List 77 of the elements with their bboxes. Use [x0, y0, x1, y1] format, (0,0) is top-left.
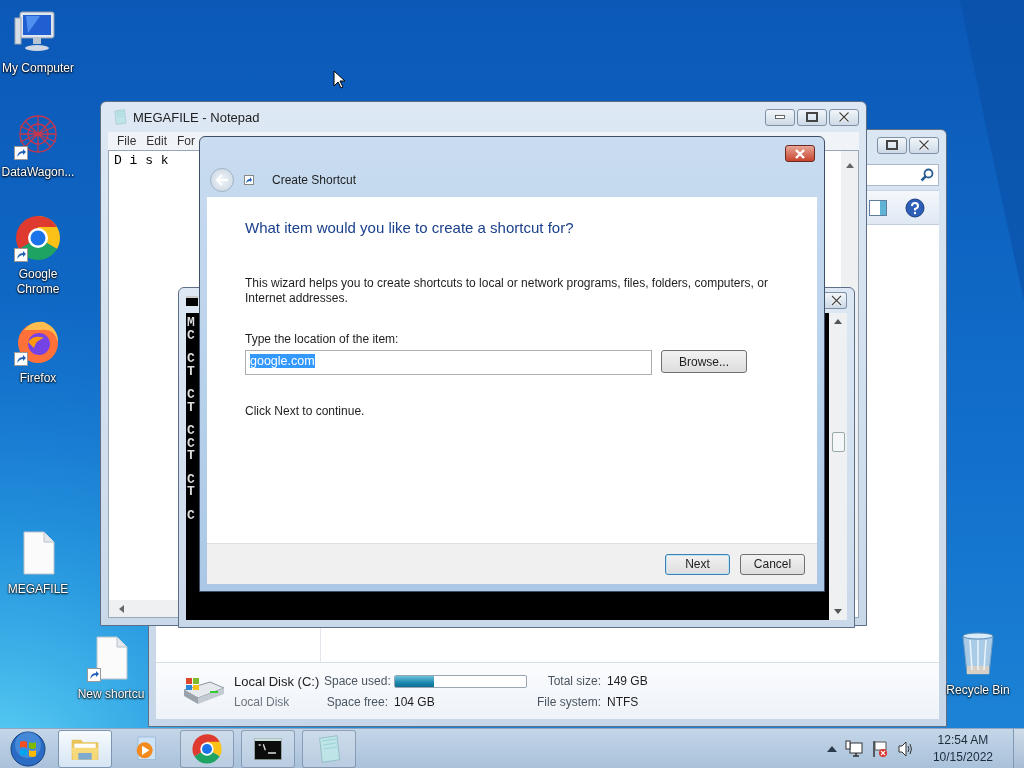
console-line: C [187, 425, 195, 438]
document-text: D i s k [114, 153, 169, 168]
search-field[interactable] [865, 164, 939, 186]
help-icon[interactable] [905, 197, 925, 218]
scroll-up-icon[interactable] [834, 319, 842, 324]
console-line: C [187, 473, 195, 486]
close-icon [794, 148, 806, 159]
drive-type: Local Disk [234, 694, 291, 709]
clock-date[interactable]: 10/15/2022 [932, 748, 993, 766]
speaker-icon[interactable] [896, 739, 915, 758]
console-line: M [187, 317, 195, 330]
scroll-down-icon[interactable] [834, 609, 842, 614]
dialog-button[interactable]: Next [665, 553, 730, 575]
close-button[interactable] [825, 292, 847, 309]
console-line: T [187, 450, 195, 463]
minimize-icon [775, 115, 785, 119]
cursor-icon [333, 70, 345, 89]
field-label: File system: [536, 694, 601, 709]
scroll-up-icon[interactable] [845, 163, 854, 168]
console-line: C [187, 329, 195, 342]
icon-label[interactable]: My Computer [2, 61, 74, 76]
minimize-button[interactable] [765, 108, 795, 126]
scroll-thumb[interactable] [831, 431, 845, 452]
maximize-icon [806, 112, 818, 122]
icon-label[interactable]: Recycle Bin [946, 683, 1010, 698]
flag-icon[interactable] [870, 739, 889, 758]
clock-time[interactable]: 12:54 AM [932, 731, 993, 749]
field-value: NTFS [607, 694, 640, 709]
console-line: C [187, 389, 195, 402]
icon-label[interactable]: Google Chrome [0, 267, 76, 297]
maximize-button[interactable] [877, 136, 907, 154]
close-button[interactable] [785, 145, 815, 162]
back-arrow-icon [215, 173, 229, 186]
dialog-heading: What item would you like to create a shortcut for? [245, 219, 575, 236]
field-label: Type the location of the item: [245, 332, 400, 346]
shortcut-icon [244, 174, 254, 185]
close-icon [838, 111, 850, 123]
window-title: MEGAFILE - Notepad [133, 109, 261, 125]
menu-item[interactable]: Edit [141, 134, 173, 148]
taskbar-button[interactable] [241, 729, 295, 768]
console-icon [186, 295, 198, 306]
close-button[interactable] [909, 136, 939, 154]
network-icon[interactable] [844, 739, 863, 758]
console-line: C [187, 437, 195, 450]
preview-pane-icon[interactable] [869, 199, 887, 216]
scroll-left-icon[interactable] [119, 604, 124, 613]
start-button[interactable] [9, 729, 47, 768]
field-value: 104 GB [394, 694, 436, 709]
close-icon [918, 139, 930, 151]
browse-button[interactable]: Browse... [661, 350, 747, 373]
console-line: C [187, 509, 195, 522]
field-label: Space free: [325, 694, 388, 709]
console-line: T [187, 401, 195, 414]
maximize-icon [886, 140, 898, 150]
search-icon [920, 168, 934, 182]
console-line: C [187, 353, 195, 366]
dialog-title: Create Shortcut [272, 172, 357, 187]
description-text: This wizard helps you to create shortcuts to local or network programs, files, folders, computers, or Internet addresses. [245, 276, 769, 306]
field-label: Total size: [546, 674, 601, 688]
console-line: T [187, 486, 195, 499]
chrome-icon [14, 214, 62, 262]
field-label: Space used: [324, 674, 388, 688]
drive-name: Local Disk (C:) [234, 673, 318, 689]
hint-text: Click Next to continue. [245, 404, 366, 418]
dialog-button[interactable]: Cancel [740, 553, 805, 575]
console-line: T [187, 365, 195, 378]
maximize-button[interactable] [797, 108, 827, 126]
menu-item[interactable]: For [172, 134, 201, 148]
close-button[interactable] [829, 108, 859, 126]
notepad-icon [111, 108, 129, 126]
chrome-icon [191, 732, 223, 765]
field-value: 149 GB [607, 674, 649, 688]
show-hidden-icons-button[interactable] [826, 745, 837, 752]
close-icon [831, 295, 842, 306]
menu-item[interactable]: File [112, 134, 142, 148]
icon-label[interactable]: Firefox [19, 371, 57, 386]
icon-label[interactable]: DataWagon... [1, 165, 75, 180]
